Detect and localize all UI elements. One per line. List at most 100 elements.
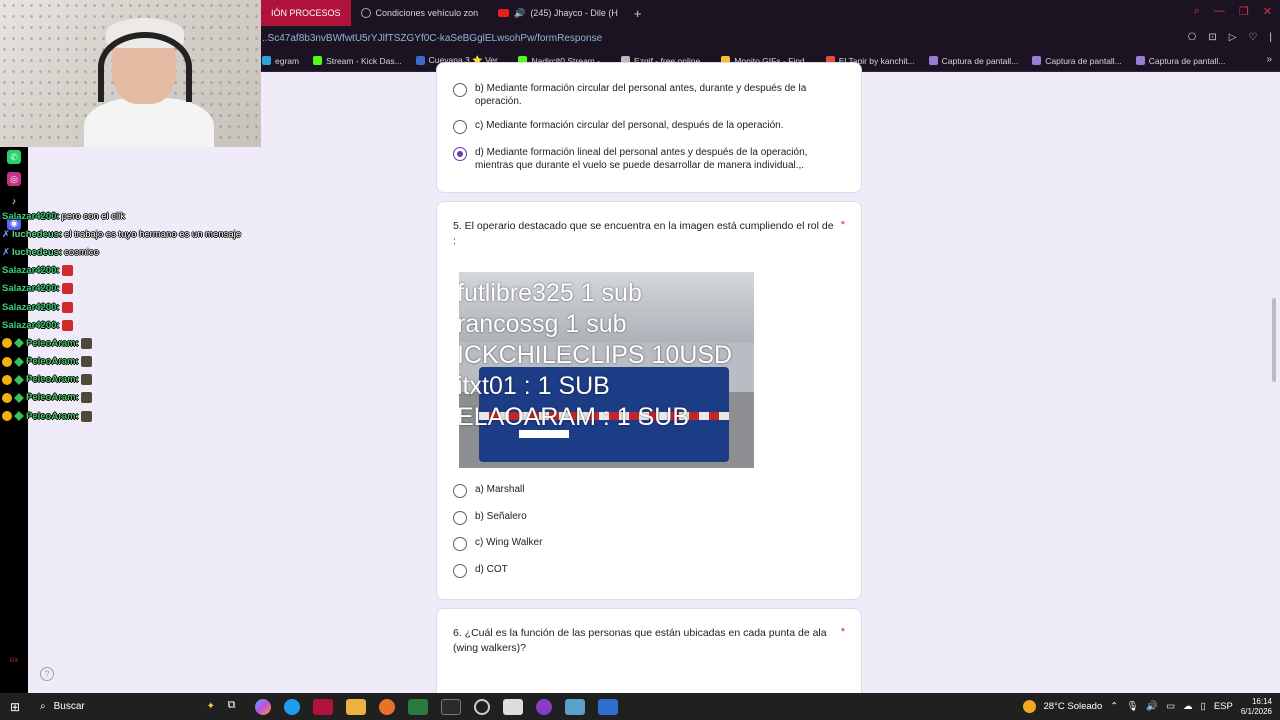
chat-text: el trabajo es tuyo hermano es un mensaje [64, 228, 242, 240]
chat-text: cosmico [64, 246, 99, 258]
clock[interactable]: 16:14 6/1/2026 [1241, 697, 1272, 717]
tab-label: Condiciones vehículo zon [375, 8, 479, 18]
bookmark-icon [1032, 56, 1042, 65]
radio-icon[interactable] [453, 484, 467, 498]
option-label: b) Señalero [475, 510, 527, 522]
discord-app-icon[interactable] [535, 698, 552, 715]
battery-icon[interactable]: ▯ [1201, 701, 1206, 712]
chat-username: PeleoAram: [26, 356, 79, 368]
brave-icon[interactable] [378, 698, 395, 715]
emote-icon [80, 410, 92, 422]
page-scrollbar[interactable] [1272, 298, 1276, 382]
webcam-overlay [0, 0, 261, 147]
spreadsheet-icon[interactable] [407, 698, 428, 715]
mic-icon[interactable]: 🎙 [1126, 701, 1138, 712]
sub-alert-text: ICKCHILECLIPS 10USD [459, 341, 733, 369]
bookmark-icon [313, 56, 323, 65]
minimize-icon[interactable]: — [1214, 5, 1225, 18]
gift-badge-icon [14, 393, 24, 403]
tab-procesos[interactable]: IÓN PROCESOS [261, 0, 351, 26]
play-icon[interactable]: ▷ [1229, 32, 1237, 43]
search-icon[interactable]: ⌕ [1194, 5, 1200, 18]
sub-alert-text: ELAOARAM : 1 SUB [459, 403, 690, 431]
radio-icon[interactable] [453, 537, 467, 552]
copilot-icon[interactable] [254, 698, 271, 715]
tab-condiciones[interactable]: Condiciones vehículo zon [351, 0, 489, 26]
option-label: a) Marshall [475, 484, 525, 495]
chat-message: Salazar4200: [2, 262, 262, 280]
option-label: c) Mediante formación circular del perso… [475, 120, 784, 131]
bookmark-item[interactable]: Captura de pantall... [1135, 56, 1225, 66]
chat-message: Salazar4200: [2, 280, 262, 298]
sub-badge-icon [2, 392, 12, 403]
bookmark-item[interactable]: Stream - Kick Das... [313, 56, 402, 66]
chat-username: Salazar4200: [2, 210, 60, 222]
radio-option[interactable]: c) Mediante formación circular del perso… [453, 119, 843, 134]
required-mark: * [840, 626, 845, 638]
epic-games-icon[interactable] [440, 698, 461, 715]
radio-icon[interactable] [453, 510, 467, 525]
onedrive-icon[interactable]: ☁ [1183, 701, 1193, 712]
emote-icon [80, 392, 92, 404]
store-icon[interactable] [502, 698, 523, 715]
radio-icon[interactable] [453, 83, 467, 97]
maximize-icon[interactable]: ❐ [1239, 5, 1249, 18]
heart-icon[interactable]: ♡ [1248, 32, 1257, 43]
volume-icon[interactable]: 🔊 [1146, 701, 1158, 712]
menu-icon[interactable]: | [1269, 32, 1272, 43]
badge-icon: ✗ [2, 246, 10, 258]
help-icon[interactable]: ? [40, 667, 54, 681]
windows-start-icon[interactable]: ⊞ [0, 693, 30, 720]
opera-gx-icon[interactable] [312, 698, 333, 715]
tab-label: IÓN PROCESOS [271, 8, 341, 18]
sub-badge-icon [2, 411, 12, 422]
chat-message: PeleoAram: [2, 371, 262, 389]
screenshot-icon[interactable]: ⊡ [1208, 32, 1216, 43]
tab-youtube[interactable]: 🔊 (245) Jhayco - Dile (H [488, 0, 628, 26]
radio-option[interactable]: d) Mediante formación lineal del persona… [453, 146, 843, 172]
bookmark-icon [1135, 56, 1145, 65]
bookmark-item[interactable]: Captura de pantall... [928, 56, 1018, 66]
language-label[interactable]: ESP [1214, 701, 1233, 712]
chevron-up-icon[interactable]: ⌃ [1110, 701, 1118, 712]
camera-icon[interactable]: ⎔ [1188, 32, 1197, 43]
weather-text[interactable]: 28°C Soleado [1044, 701, 1103, 712]
chat-message: PeleoAram: [2, 334, 262, 352]
bookmark-item[interactable]: egram [262, 56, 299, 66]
radio-icon[interactable] [453, 564, 467, 579]
option-label: b) Mediante formación circular del perso… [475, 83, 807, 107]
question-title: 6. ¿Cuál es la función de las personas q… [453, 627, 827, 654]
bookmark-icon [415, 56, 425, 65]
radio-option[interactable]: c) Wing Walker [453, 536, 542, 552]
chat-message: PeleoAram: [2, 407, 262, 425]
radio-option[interactable]: b) Mediante formación circular del perso… [453, 82, 843, 108]
file-explorer-icon[interactable] [345, 698, 366, 715]
app-icon[interactable] [597, 698, 618, 715]
edge-icon[interactable] [283, 698, 300, 715]
new-tab-button[interactable]: + [628, 6, 648, 21]
bookmark-label: Captura de pantall... [1045, 55, 1122, 66]
chat-message: PeleoAram: [2, 389, 262, 407]
taskbar-search[interactable]: ⌕ Buscar ✦ [30, 693, 215, 720]
close-icon[interactable]: ✕ [1263, 5, 1272, 18]
network-icon[interactable]: ▭ [1166, 701, 1175, 712]
chat-message: ✗ luchedeus: el trabajo es tuyo hermano es… [2, 225, 262, 243]
weather-sun-icon [1022, 700, 1036, 713]
headset-icon [98, 32, 192, 102]
chat-username: luchedeus: [11, 228, 63, 240]
radio-icon[interactable] [453, 120, 467, 134]
obs-icon[interactable] [473, 698, 490, 715]
option-label: d) Mediante formación lineal del persona… [475, 147, 808, 171]
radio-option[interactable]: a) Marshall [453, 483, 524, 498]
gift-badge-icon [14, 338, 24, 349]
radio-option[interactable]: d) COT [453, 563, 508, 579]
chat-username: Salazar4200: [2, 301, 60, 313]
radio-option[interactable]: b) Señalero [453, 510, 527, 525]
task-view-icon[interactable]: ⧉ [222, 699, 242, 715]
bookmark-item[interactable]: Captura de pantall... [1032, 56, 1122, 66]
bookmarks-overflow-icon[interactable]: » [1266, 54, 1272, 65]
radio-checked-icon[interactable] [453, 147, 467, 161]
notes-icon[interactable] [564, 698, 585, 715]
gx-icon: GX [7, 654, 21, 668]
sub-alert-text: rancossg 1 sub [459, 310, 627, 338]
